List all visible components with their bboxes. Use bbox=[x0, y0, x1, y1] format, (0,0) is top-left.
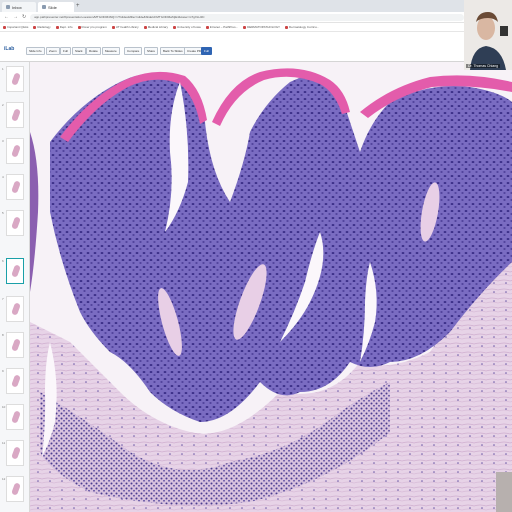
bookmark-icon bbox=[285, 25, 289, 29]
bookmark-item[interactable]: University of Iowa bbox=[173, 25, 201, 29]
thumbnail-number: 7 bbox=[2, 297, 4, 301]
tissue-icon bbox=[11, 264, 21, 278]
reload-icon[interactable]: ↻ bbox=[22, 14, 26, 20]
url-input[interactable]: app.pathpresenter.net/#presentation-sess… bbox=[30, 13, 464, 21]
person-icon bbox=[464, 0, 512, 70]
tissue-icon bbox=[11, 374, 21, 388]
thumbnail-number: 3 bbox=[2, 139, 4, 143]
bookmark-item[interactable]: DERMATOPATHOLOGY bbox=[243, 25, 280, 29]
bookmark-icon bbox=[243, 25, 247, 29]
bookmark-item[interactable]: Dept. info bbox=[55, 25, 73, 29]
tissue-icon bbox=[11, 72, 21, 86]
bookmark-item[interactable]: Intranet – PathPres... bbox=[205, 25, 239, 29]
compare-button[interactable]: Compare bbox=[124, 47, 143, 55]
thumbnail-number: 8 bbox=[2, 333, 4, 337]
bookmark-label: DERMATOPATHOLOGY bbox=[247, 25, 281, 29]
zoom-button[interactable]: Zoom bbox=[46, 47, 60, 55]
slide-thumbnail[interactable]: 2 bbox=[2, 102, 24, 128]
thumbnail-number: 4 bbox=[2, 175, 4, 179]
bookmark-item[interactable]: Radiology bbox=[33, 25, 51, 29]
webcam-video: Dr. Thomas Chiang bbox=[464, 0, 512, 70]
fullscreen-button[interactable]: Full bbox=[60, 47, 71, 55]
bookmarks-bar: Important Q&As Radiology Dept. info Rove… bbox=[0, 23, 464, 32]
bookmark-item[interactable]: UT health Library bbox=[111, 25, 139, 29]
bookmark-label: UT health Library bbox=[115, 25, 139, 29]
slide-thumbnail[interactable]: 5 bbox=[2, 210, 24, 236]
bookmark-label: Dermatology Curricu... bbox=[289, 25, 320, 29]
tissue-icon bbox=[11, 446, 21, 460]
thumbnail-number: 12 bbox=[2, 477, 6, 481]
tab-label: Inbox bbox=[12, 4, 22, 10]
slide-thumbnail[interactable]: 1 bbox=[2, 66, 24, 92]
thumbnail-number: 10 bbox=[2, 405, 6, 409]
bookmark-item[interactable]: Medical Library bbox=[143, 25, 169, 29]
thumbnail-number: 11 bbox=[2, 441, 6, 445]
tissue-icon bbox=[11, 482, 21, 496]
share-button[interactable]: Share bbox=[144, 47, 159, 55]
bookmark-label: University of Iowa bbox=[177, 25, 201, 29]
bookmark-icon bbox=[173, 25, 177, 29]
tissue-icon bbox=[11, 216, 21, 230]
tab-label: Slide bbox=[48, 4, 57, 10]
participant-name: Dr. Thomas Chiang bbox=[466, 64, 501, 68]
slide-thumbnail[interactable]: 12 bbox=[2, 476, 24, 502]
bookmark-icon bbox=[205, 25, 209, 29]
browser-tab-bar: Inbox Slide + bbox=[0, 0, 464, 12]
bookmark-icon bbox=[143, 25, 147, 29]
bookmark-icon bbox=[77, 25, 81, 29]
bookmark-icon bbox=[3, 25, 6, 29]
thumbnail-number: 2 bbox=[2, 103, 4, 107]
measure-button[interactable]: Measure bbox=[102, 47, 120, 55]
bookmark-label: Medical Library bbox=[147, 25, 169, 29]
tissue-icon bbox=[11, 410, 21, 424]
pathology-icon bbox=[42, 5, 46, 9]
browser-tab-inbox[interactable]: Inbox bbox=[2, 2, 36, 12]
bookmark-label: Intranet – PathPres... bbox=[209, 25, 239, 29]
app-logo: iLab bbox=[4, 46, 15, 52]
slide-thumbnail[interactable]: 4 bbox=[2, 174, 24, 200]
slide-thumbnail-active[interactable]: 6 bbox=[2, 258, 24, 284]
bookmark-item[interactable]: Important Q&As bbox=[3, 25, 28, 29]
bookmark-label: Radiology bbox=[37, 25, 51, 29]
bookmark-item[interactable]: Rover pro program bbox=[77, 25, 107, 29]
thumbnail-number: 1 bbox=[2, 67, 4, 71]
new-tab-button[interactable]: + bbox=[76, 3, 80, 9]
bookmark-icon bbox=[33, 25, 37, 29]
rotate-button[interactable]: Rotate bbox=[86, 47, 101, 55]
slide-thumbnail[interactable]: 8 bbox=[2, 332, 24, 358]
tissue-icon bbox=[11, 144, 21, 158]
bookmark-icon bbox=[55, 25, 59, 29]
viewer-toolbar: iLab Slide Info Zoom Full Stack Rotate M… bbox=[0, 40, 512, 62]
slide-thumbnail[interactable]: 10 bbox=[2, 404, 24, 430]
slide-thumbnail[interactable]: 9 bbox=[2, 368, 24, 394]
full-screen-primary-button[interactable]: Full bbox=[201, 47, 212, 55]
forward-icon[interactable]: → bbox=[13, 14, 18, 20]
slide-thumbnail-strip: 1 2 3 4 5 6 7 8 9 10 11 12 bbox=[0, 62, 30, 512]
tissue-icon bbox=[11, 302, 21, 316]
bookmark-item[interactable]: Dermatology Curricu... bbox=[285, 25, 319, 29]
bookmark-icon bbox=[111, 25, 115, 29]
tissue-icon bbox=[11, 180, 21, 194]
tissue-icon bbox=[11, 108, 21, 122]
address-bar-row: ← → ↻ app.pathpresenter.net/#presentatio… bbox=[0, 12, 464, 23]
slide-info-button[interactable]: Slide Info bbox=[26, 47, 45, 55]
thumbnail-number: 5 bbox=[2, 211, 4, 215]
tissue-icon bbox=[11, 338, 21, 352]
bookmark-label: Dept. info bbox=[59, 25, 73, 29]
back-icon[interactable]: ← bbox=[4, 14, 9, 20]
stack-button[interactable]: Stack bbox=[72, 47, 86, 55]
back-to-slides-button[interactable]: Back To Slides bbox=[160, 47, 186, 55]
bookmark-label: Important Q&As bbox=[7, 25, 29, 29]
slide-thumbnail[interactable]: 11 bbox=[2, 440, 24, 466]
histology-image bbox=[30, 62, 512, 512]
mail-icon bbox=[6, 5, 10, 9]
slide-thumbnail[interactable]: 7 bbox=[2, 296, 24, 322]
slide-thumbnail[interactable]: 3 bbox=[2, 138, 24, 164]
browser-tab-slide[interactable]: Slide bbox=[38, 2, 74, 12]
thumbnail-number: 9 bbox=[2, 369, 4, 373]
secondary-video bbox=[496, 472, 512, 512]
slide-viewer-canvas[interactable] bbox=[30, 62, 512, 512]
bookmark-label: Rover pro program bbox=[81, 25, 107, 29]
thumbnail-number: 6 bbox=[2, 259, 4, 263]
